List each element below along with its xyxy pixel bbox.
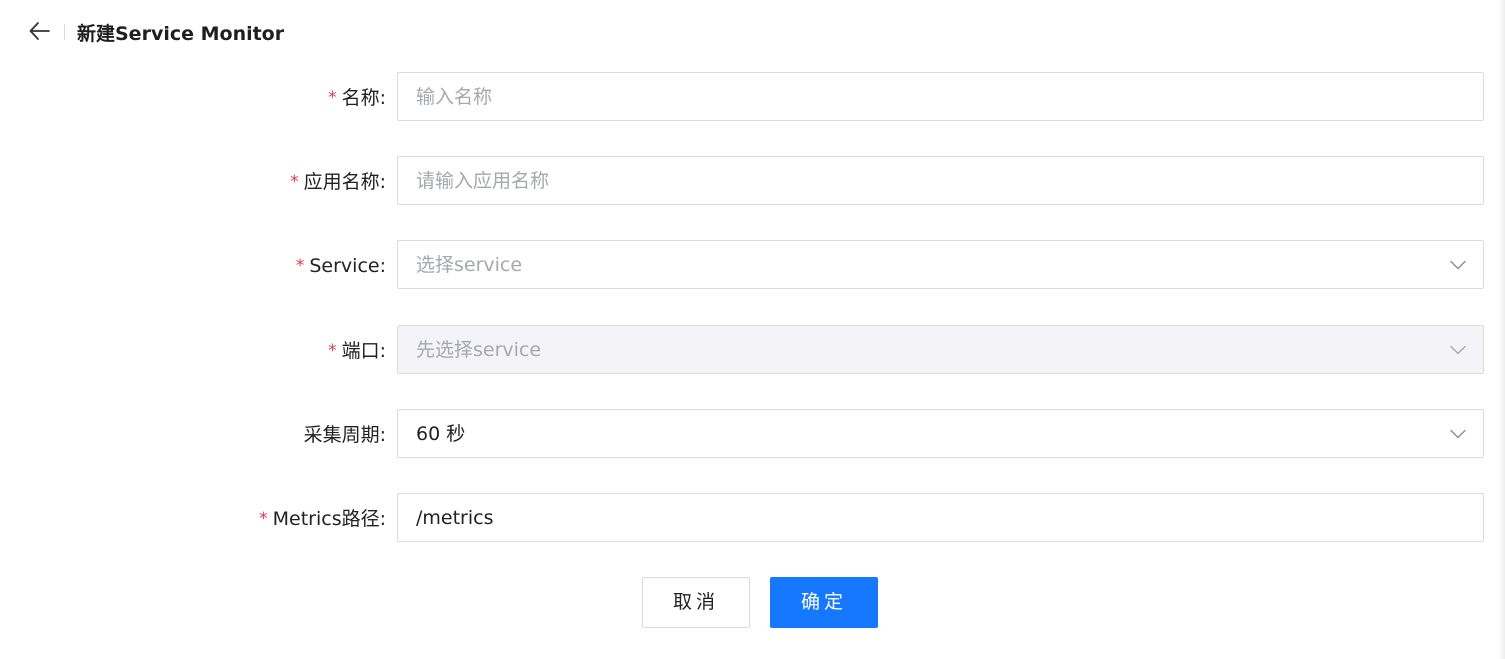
chevron-down-icon [1450, 260, 1466, 270]
required-mark: * [328, 88, 337, 108]
field-label-port: * 端口: [328, 338, 386, 365]
interval-select[interactable]: 60 秒 [397, 409, 1484, 458]
page: 新建Service Monitor * 名称: 输入名称 * 应用名称: 请输入应用… [0, 0, 1505, 659]
field-label-app-name: * 应用名称: [290, 169, 386, 196]
form-row-port: * 端口: 先选择service [0, 325, 1505, 377]
field-label-interval: 采集周期: [304, 422, 386, 448]
field-label-text: 采集周期: [303, 424, 386, 446]
header-divider [64, 24, 65, 40]
app-name-input[interactable]: 请输入应用名称 [397, 156, 1484, 205]
metrics-path-input-value: /metrics [416, 507, 494, 529]
field-label-name: * 名称: [328, 85, 386, 112]
required-mark: * [259, 509, 268, 529]
page-title: 新建Service Monitor [77, 23, 285, 45]
field-label-text: 应用名称: [303, 171, 386, 193]
field-label-text: Metrics路径: [272, 508, 386, 530]
form-row-metrics-path: * Metrics路径: /metrics [0, 493, 1505, 545]
field-label-service: * Service: [296, 253, 386, 280]
service-select-placeholder: 选择service [416, 254, 523, 276]
field-label-metrics-path: * Metrics路径: [259, 506, 386, 533]
form-row-name: * 名称: 输入名称 [0, 72, 1505, 124]
required-mark: * [328, 341, 337, 361]
app-name-input-placeholder: 请输入应用名称 [416, 170, 550, 192]
page-edge-shadow [1497, 0, 1505, 659]
name-input-placeholder: 输入名称 [416, 86, 493, 108]
required-mark: * [290, 172, 299, 192]
chevron-down-icon [1450, 429, 1466, 439]
confirm-button[interactable]: 确定 [770, 577, 878, 628]
cancel-button[interactable]: 取消 [642, 577, 750, 628]
form-row-app-name: * 应用名称: 请输入应用名称 [0, 156, 1505, 208]
field-label-text: 名称: [341, 87, 386, 109]
metrics-path-input[interactable]: /metrics [397, 493, 1484, 542]
back-button[interactable] [27, 18, 53, 44]
form-row-interval: 采集周期: 60 秒 [0, 409, 1505, 461]
page-header: 新建Service Monitor [0, 0, 700, 62]
name-input[interactable]: 输入名称 [397, 72, 1484, 121]
required-mark: * [295, 256, 305, 276]
field-label-text: Service: [309, 255, 386, 277]
interval-select-value: 60 秒 [416, 423, 466, 445]
service-select[interactable]: 选择service [397, 240, 1484, 289]
port-select[interactable]: 先选择service [397, 325, 1484, 374]
field-label-text: 端口: [341, 340, 386, 362]
arrow-left-icon [29, 22, 50, 40]
port-select-placeholder: 先选择service [416, 339, 542, 361]
form-row-service: * Service: 选择service [0, 240, 1505, 292]
chevron-down-icon [1450, 345, 1466, 355]
